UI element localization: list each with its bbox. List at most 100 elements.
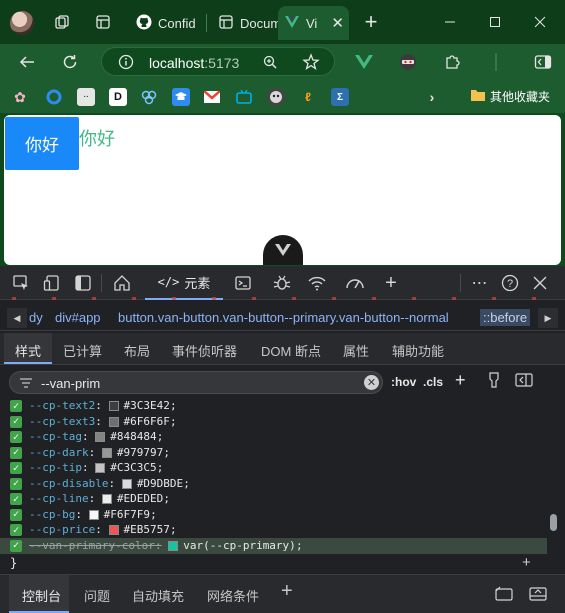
console-icon[interactable] <box>233 273 253 293</box>
dock-drawer-icon[interactable] <box>495 586 513 605</box>
breadcrumb-item[interactable]: div#app <box>55 310 101 325</box>
sidebar-toggle-icon[interactable] <box>533 52 553 72</box>
declaration-value[interactable]: #D9DBDE <box>137 477 183 490</box>
declaration-property[interactable]: --cp-tip <box>29 461 82 474</box>
css-declaration[interactable]: ✓ --cp-line: #EDEDED; <box>0 491 547 507</box>
more-options-icon[interactable]: ⋯ <box>470 273 490 293</box>
refresh-icon[interactable] <box>60 52 80 72</box>
breadcrumb-scroll-left-icon[interactable]: ◀ <box>7 308 27 328</box>
declaration-value[interactable]: #EDEDED <box>117 492 163 505</box>
declaration-value[interactable]: var(--cp-primary) <box>183 539 296 552</box>
url-field[interactable]: localhost:5173 <box>101 47 335 76</box>
declaration-checkbox[interactable]: ✓ <box>10 539 22 552</box>
tab-computed[interactable]: 已计算 <box>63 341 102 360</box>
tab-event-listeners[interactable]: 事件侦听器 <box>172 341 237 360</box>
declaration-property[interactable]: --cp-price <box>29 523 95 536</box>
declaration-property[interactable]: --cp-text2 <box>29 399 95 412</box>
more-tools-plus-icon[interactable]: + <box>381 272 401 294</box>
declaration-property[interactable]: --cp-bg <box>29 508 75 521</box>
other-favorites-folder[interactable]: 其他收藏夹 <box>470 88 550 105</box>
profile-avatar[interactable] <box>10 11 34 35</box>
maximize-icon[interactable] <box>485 12 505 32</box>
workspaces-icon[interactable] <box>52 12 72 32</box>
zoom-icon[interactable] <box>262 54 278 73</box>
css-declaration[interactable]: ✓ --cp-bg: #F6F7F9; <box>0 507 547 523</box>
graduation-icon[interactable] <box>172 88 190 106</box>
new-style-rule-icon[interactable]: + <box>455 370 466 391</box>
declaration-checkbox[interactable]: ✓ <box>10 524 22 536</box>
color-swatch[interactable] <box>101 494 112 504</box>
color-swatch[interactable] <box>108 401 119 411</box>
tab-vite-active[interactable]: Vi ✕ <box>278 6 349 40</box>
declaration-value[interactable]: #6F6F6F <box>124 415 170 428</box>
bilibili-icon[interactable]: ᐧᐧ <box>77 88 95 106</box>
back-icon[interactable] <box>17 52 37 72</box>
site-info-icon[interactable] <box>118 54 134 73</box>
filter-field[interactable]: ✕ <box>9 371 383 394</box>
drawer-add-tab-icon[interactable]: + <box>281 580 293 603</box>
add-declaration-icon[interactable]: + <box>522 554 531 571</box>
declaration-checkbox[interactable]: ✓ <box>10 415 22 428</box>
breadcrumb-scroll-right-icon[interactable]: ▶ <box>538 308 558 328</box>
css-declaration[interactable]: ✓ --van-primary-color: var(--cp-primary); <box>0 537 547 554</box>
more-bookmarks-chevron-icon[interactable]: › <box>423 88 441 106</box>
minimize-icon[interactable] <box>440 12 460 32</box>
css-declaration[interactable]: ✓ --cp-tip: #C3C3C5; <box>0 460 547 476</box>
favorite-star-icon[interactable] <box>302 53 320 74</box>
declaration-property[interactable]: --cp-tag <box>29 430 82 443</box>
declaration-checkbox[interactable]: ✓ <box>10 477 22 490</box>
declaration-property[interactable]: --van-primary-color <box>29 539 155 552</box>
declaration-checkbox[interactable]: ✓ <box>10 400 22 412</box>
van-primary-button[interactable]: 你好 <box>5 117 79 170</box>
color-swatch[interactable] <box>168 540 179 551</box>
close-tab-icon[interactable]: ✕ <box>331 14 344 32</box>
sigma-icon[interactable]: Σ <box>331 88 349 106</box>
color-swatch[interactable] <box>95 463 106 473</box>
vue-devtools-extension-icon[interactable] <box>354 52 374 72</box>
declaration-checkbox[interactable]: ✓ <box>10 508 22 521</box>
declaration-value[interactable]: #F6F7F9 <box>104 508 150 521</box>
breadcrumb-item[interactable]: dy <box>29 310 43 325</box>
color-swatch[interactable] <box>88 509 99 520</box>
breadcrumb-item-selected[interactable]: ::before <box>480 309 531 326</box>
dock-side-icon[interactable] <box>73 273 93 293</box>
declaration-checkbox[interactable]: ✓ <box>10 462 22 474</box>
blue-circle-icon[interactable] <box>45 88 63 106</box>
tab-layout[interactable]: 布局 <box>124 341 150 360</box>
d-icon[interactable]: D <box>109 88 127 106</box>
drawer-tab-autofill[interactable]: 自动填充 <box>132 586 184 605</box>
drawer-tab-issues[interactable]: 问题 <box>84 586 110 605</box>
css-declaration[interactable]: ✓ --cp-text3: #6F6F6F; <box>0 414 547 430</box>
declaration-value[interactable]: #848484 <box>110 430 156 443</box>
declaration-checkbox[interactable]: ✓ <box>10 431 22 443</box>
color-swatch[interactable] <box>108 525 119 535</box>
help-icon[interactable]: ? <box>500 273 520 293</box>
declaration-value[interactable]: #979797 <box>117 446 163 459</box>
gmail-icon[interactable] <box>203 88 221 106</box>
flower-icon[interactable]: ✿ <box>11 88 29 106</box>
css-declaration[interactable]: ✓ --cp-tag: #848484; <box>0 429 547 445</box>
styles-scrollbar[interactable] <box>547 398 559 574</box>
color-swatch[interactable] <box>108 416 119 427</box>
class-toggle[interactable]: .cls <box>423 375 443 389</box>
tab-confid[interactable]: Confid <box>130 6 205 40</box>
declaration-property[interactable]: --cp-text3 <box>29 415 95 428</box>
drawer-tab-console[interactable]: 控制台 <box>22 586 61 605</box>
close-devtools-icon[interactable] <box>530 273 550 293</box>
device-toolbar-icon[interactable] <box>42 273 62 293</box>
shield-icon[interactable] <box>140 88 158 106</box>
css-declaration[interactable]: ✓ --cp-disable: #D9DBDE; <box>0 476 547 492</box>
tab-docum[interactable]: Docum <box>212 6 278 40</box>
color-swatch[interactable] <box>95 432 106 442</box>
tab-dom-breakpoints[interactable]: DOM 断点 <box>261 341 321 360</box>
network-wifi-icon[interactable] <box>307 273 327 293</box>
declaration-value[interactable]: #3C3E42 <box>124 399 170 412</box>
sources-bug-icon[interactable] <box>272 273 292 293</box>
drawer-tab-network-conditions[interactable]: 网络条件 <box>207 586 259 605</box>
breadcrumb-item[interactable]: button.van-button.van-button--primary.va… <box>118 310 449 325</box>
declaration-property[interactable]: --cp-line <box>29 492 89 505</box>
declaration-value[interactable]: #EB5757 <box>124 523 170 536</box>
clear-filter-icon[interactable]: ✕ <box>364 375 379 390</box>
color-swatch[interactable] <box>121 478 132 489</box>
declaration-property[interactable]: --cp-disable <box>29 477 108 490</box>
